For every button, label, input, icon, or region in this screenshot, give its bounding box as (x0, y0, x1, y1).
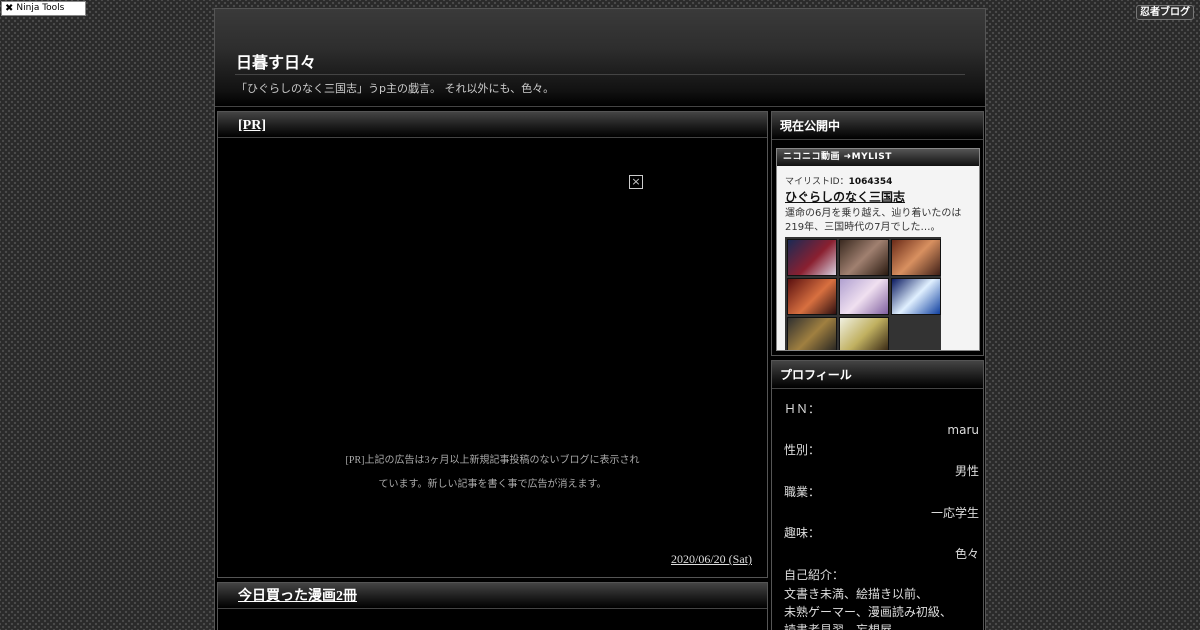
blog-header: 日暮す日々 「ひぐらしのなく三国志」うp主の戯言。 それ以外にも、色々。 (215, 9, 985, 107)
blog-description: 「ひぐらしのなく三国志」うp主の戯言。 それ以外にも、色々。 (236, 82, 555, 95)
mylist-description: 運命の6月を乗り越え、辿り着いたのは 219年、三国時代の7月でした…。 (777, 205, 979, 235)
video-thumbnail[interactable] (891, 278, 941, 315)
profile-intro-line: 文書き未満、絵描き以前、 (784, 587, 929, 602)
mylist-title-link[interactable]: ひぐらしのなく三国志 (777, 187, 979, 205)
video-thumbnail[interactable] (839, 317, 889, 350)
video-thumbnail[interactable] (787, 239, 837, 276)
entry-title-link[interactable]: 今日買った漫画2冊 (238, 589, 357, 604)
entry-pr: [PR] × [PR]上記の広告は3ヶ月以上新規記事投稿のないブログに表示され … (217, 111, 768, 578)
video-thumbnail[interactable] (787, 317, 837, 350)
entry-body: × [PR]上記の広告は3ヶ月以上新規記事投稿のないブログに表示され ています。… (218, 138, 767, 577)
profile-content: ＨＮ： maru 性別： 男性 職業： 一応学生 趣味： 色々 自己紹介： 文書… (772, 389, 983, 630)
profile-value: maru (947, 422, 979, 437)
profile-label: 自己紹介： (784, 567, 845, 582)
sidebar-heading: プロフィール (772, 361, 983, 389)
mylist-id-value: 1064354 (848, 177, 893, 187)
video-thumbnail[interactable] (839, 239, 889, 276)
nico-mylist-widget: ニコニコ動画 ➜MYLIST マイリストID：1064354 ひぐらしのなく三国… (776, 148, 980, 351)
now-public-box: 現在公開中 ニコニコ動画 ➜MYLIST マイリストID：1064354 ひぐら… (771, 111, 984, 356)
profile-intro-line: 読書者見習、妄想屋。 (784, 621, 979, 630)
entry-header: [PR] (218, 112, 767, 138)
ninja-tools-button[interactable]: ✖ Ninja Tools (1, 1, 86, 16)
pr-notice: [PR]上記の広告は3ヶ月以上新規記事投稿のないブログに表示され ています。新し… (218, 449, 767, 497)
ninja-blog-logo[interactable]: 忍者ブログ (1136, 5, 1194, 20)
video-thumbnail[interactable] (787, 278, 837, 315)
sidebar: 現在公開中 ニコニコ動画 ➜MYLIST マイリストID：1064354 ひぐら… (771, 111, 984, 630)
pr-notice-line: ています。新しい記事を書く事で広告が消えます。 (378, 479, 607, 490)
profile-value: 男性 (954, 464, 979, 479)
profile-intro-line: 未熟ゲーマー、漫画読み初級、 (784, 605, 952, 620)
mylist-description-line: 運命の6月を乗り越え、辿り着いたのは (785, 208, 962, 219)
ad-close-icon[interactable]: × (629, 175, 643, 189)
blog-container: 日暮す日々 「ひぐらしのなく三国志」うp主の戯言。 それ以外にも、色々。 [PR… (214, 8, 986, 630)
entry-date-link[interactable]: 2020/06/20 (Sat) (671, 552, 752, 567)
video-thumbnails (785, 237, 941, 350)
header-divider (235, 74, 965, 75)
ninja-star-icon: ✖ (5, 3, 14, 14)
entry-body (218, 609, 767, 630)
profile-box: プロフィール ＨＮ： maru 性別： 男性 職業： 一応学生 趣味： 色々 自… (771, 360, 984, 630)
mylist-description-line: 219年、三国時代の7月でした…。 (785, 222, 941, 233)
mylist-id: マイリストID：1064354 (777, 166, 979, 187)
profile-label: 性別： (784, 443, 821, 458)
sidebar-heading: 現在公開中 (772, 112, 983, 140)
mylist-id-label: マイリストID： (785, 177, 849, 187)
blog-title[interactable]: 日暮す日々 (236, 49, 316, 73)
nico-widget-bar[interactable]: ニコニコ動画 ➜MYLIST (777, 149, 979, 166)
profile-value: 色々 (954, 546, 979, 561)
profile-label: 職業： (784, 484, 821, 499)
video-thumbnail[interactable] (839, 278, 889, 315)
profile-label: 趣味： (784, 526, 821, 541)
entry-manga: 今日買った漫画2冊 (217, 582, 768, 630)
entry-header: 今日買った漫画2冊 (218, 583, 767, 609)
ninja-tools-label: Ninja Tools (16, 3, 65, 13)
main-column: [PR] × [PR]上記の広告は3ヶ月以上新規記事投稿のないブログに表示され … (217, 111, 768, 630)
pr-notice-line: [PR]上記の広告は3ヶ月以上新規記事投稿のないブログに表示され (345, 455, 640, 466)
entry-title-link[interactable]: [PR] (238, 118, 266, 133)
profile-value: 一応学生 (930, 505, 979, 520)
video-thumbnail[interactable] (891, 239, 941, 276)
profile-label: ＨＮ： (784, 402, 821, 416)
